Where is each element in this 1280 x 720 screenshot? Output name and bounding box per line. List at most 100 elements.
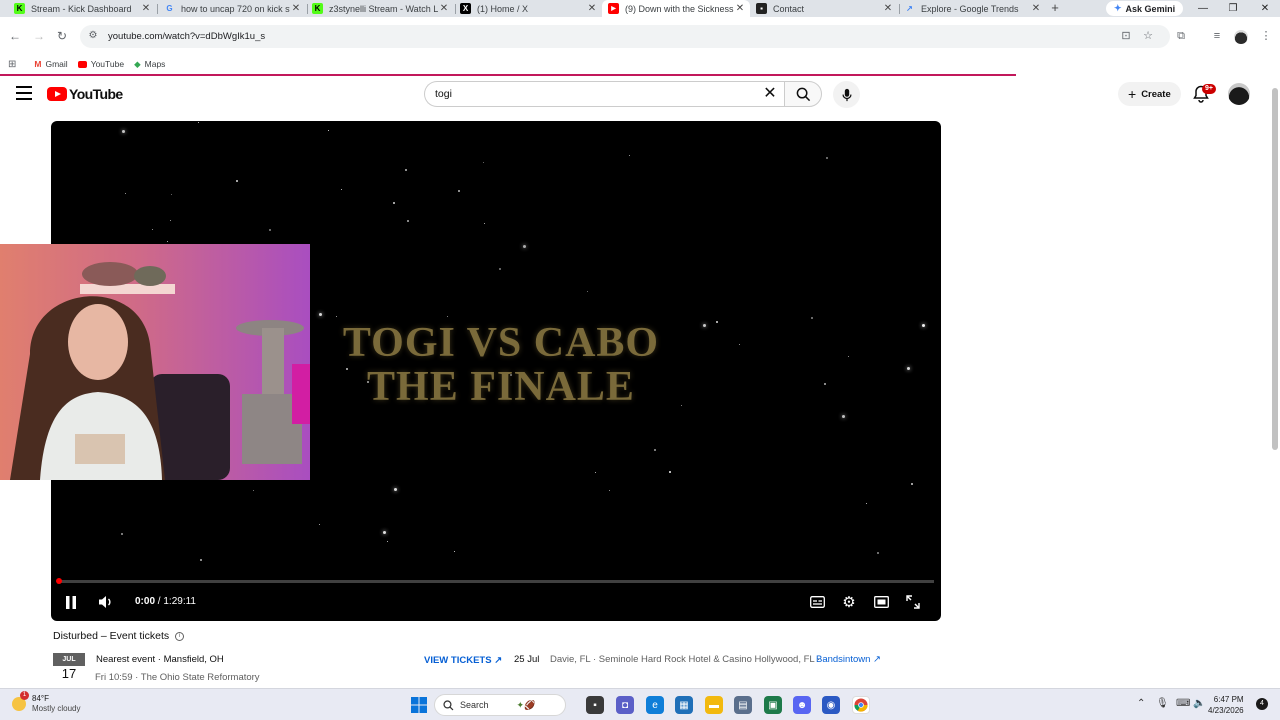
clear-search-icon[interactable]: ✕ bbox=[760, 84, 780, 104]
youtube-play-icon bbox=[47, 87, 67, 101]
mute-button[interactable] bbox=[96, 591, 114, 613]
microsoft-store-icon[interactable]: ▦ bbox=[675, 696, 693, 714]
taskbar-search[interactable]: Search ✦🏈 bbox=[434, 694, 566, 716]
bookmarks-bar: ⊞ M Gmail YouTube ◆ Maps bbox=[0, 55, 1280, 73]
url-text[interactable]: youtube.com/watch?v=dDbWgIk1u_s bbox=[108, 31, 265, 42]
duration: 1:29:11 bbox=[163, 596, 196, 607]
second-event-date: 25 Jul bbox=[514, 654, 540, 665]
discord-icon[interactable]: ☻ bbox=[793, 696, 811, 714]
star bbox=[654, 449, 656, 451]
create-label: Create bbox=[1141, 88, 1171, 100]
volume-tray-icon[interactable]: 🔈 bbox=[1193, 698, 1205, 709]
edge-icon[interactable]: e bbox=[646, 696, 664, 714]
gear-icon: ⚙ bbox=[842, 594, 856, 611]
view-tickets-link[interactable]: VIEW TICKETS ↗ bbox=[424, 655, 502, 666]
youtube-logo[interactable]: YouTube bbox=[47, 86, 123, 102]
restore-button[interactable]: ❐ bbox=[1218, 0, 1248, 17]
menu-icon[interactable] bbox=[16, 86, 32, 100]
new-tab-button[interactable]: + bbox=[1048, 1, 1062, 15]
back-button[interactable]: ← bbox=[7, 28, 23, 44]
star bbox=[122, 130, 125, 133]
bookmark-gmail[interactable]: M Gmail bbox=[34, 59, 67, 69]
forward-button[interactable]: → bbox=[31, 28, 47, 44]
tab-kick-stream[interactable]: K z3stynelli Stream - Watch Li ✕ bbox=[306, 0, 454, 17]
kick-icon: K bbox=[14, 3, 25, 14]
create-button[interactable]: + Create bbox=[1118, 82, 1181, 106]
bookmark-star-icon[interactable]: ☆ bbox=[1140, 28, 1156, 44]
theater-mode-button[interactable] bbox=[872, 591, 890, 613]
voice-search-button[interactable] bbox=[833, 81, 860, 108]
minimize-button[interactable]: — bbox=[1188, 0, 1218, 17]
chrome-icon[interactable] bbox=[852, 696, 870, 714]
tab-google-trends[interactable]: ↗ Explore - Google Trends ✕ bbox=[898, 0, 1046, 17]
tray-chevron-icon[interactable]: ⌃ bbox=[1137, 698, 1145, 709]
notification-center-badge[interactable]: 4 bbox=[1256, 698, 1268, 710]
progress-bar[interactable] bbox=[58, 580, 934, 583]
close-icon[interactable]: ✕ bbox=[290, 3, 302, 14]
tab-label: Stream - Kick Dashboard bbox=[31, 3, 132, 14]
tab-x-home[interactable]: X (1) Home / X ✕ bbox=[454, 0, 602, 17]
search-button[interactable] bbox=[784, 81, 822, 107]
x-icon: X bbox=[460, 3, 471, 14]
event-month: JUL bbox=[53, 653, 85, 666]
subtitles-button[interactable] bbox=[808, 591, 826, 613]
close-icon[interactable]: ✕ bbox=[1030, 3, 1042, 14]
omnibox[interactable]: ⚙ youtube.com/watch?v=dDbWgIk1u_s bbox=[80, 25, 1170, 48]
page-scrollbar[interactable] bbox=[1270, 76, 1280, 688]
tab-google-search[interactable]: G how to uncap 720 on kick st ✕ bbox=[158, 0, 306, 17]
star bbox=[587, 291, 588, 292]
tab-contact[interactable]: ▪ Contact ✕ bbox=[750, 0, 898, 17]
media-controls-icon[interactable]: ≡ bbox=[1209, 28, 1225, 44]
spreadsheet-app-icon[interactable]: ▣ bbox=[764, 696, 782, 714]
apps-grid-icon[interactable]: ⊞ bbox=[8, 59, 16, 70]
teams-chat-icon[interactable]: ◘ bbox=[616, 696, 634, 714]
bookmark-maps[interactable]: ◆ Maps bbox=[134, 59, 165, 70]
close-window-button[interactable]: ✕ bbox=[1250, 0, 1280, 17]
ask-gemini-label: Ask Gemini bbox=[1125, 3, 1176, 14]
site-info-icon[interactable]: ⚙ bbox=[86, 30, 100, 44]
taskbar-app-icon[interactable]: ▤ bbox=[734, 696, 752, 714]
pause-button[interactable] bbox=[63, 591, 79, 613]
close-icon[interactable]: ✕ bbox=[586, 3, 598, 14]
search-input[interactable]: togi bbox=[424, 81, 784, 107]
reload-button[interactable]: ↻ bbox=[54, 28, 70, 44]
messenger-app-icon[interactable]: ◉ bbox=[822, 696, 840, 714]
scrubber-handle[interactable] bbox=[56, 578, 62, 584]
ask-gemini-button[interactable]: ✦ Ask Gemini bbox=[1106, 1, 1184, 16]
star bbox=[595, 472, 596, 473]
close-icon[interactable]: ✕ bbox=[882, 3, 894, 14]
bookmark-youtube[interactable]: YouTube bbox=[77, 59, 125, 69]
settings-button[interactable]: ⚙ bbox=[840, 591, 858, 613]
network-icon[interactable]: ⌨ bbox=[1176, 698, 1190, 709]
tab-kick-dashboard[interactable]: K Stream - Kick Dashboard ✕ bbox=[8, 0, 156, 17]
star bbox=[405, 169, 407, 171]
close-icon[interactable]: ✕ bbox=[734, 3, 746, 14]
weather-widget[interactable]: 1 84°F Mostly cloudy bbox=[12, 691, 80, 714]
gmail-icon: M bbox=[34, 59, 42, 69]
file-explorer-icon[interactable]: ▬ bbox=[705, 696, 723, 714]
tab-label: (1) Home / X bbox=[477, 3, 529, 14]
star bbox=[499, 268, 501, 270]
bandsintown-link[interactable]: Bandsintown ↗ bbox=[816, 654, 881, 665]
star bbox=[739, 344, 740, 345]
install-app-icon[interactable]: ⊡ bbox=[1118, 28, 1134, 44]
system-clock[interactable]: 6:47 PM 4/23/2026 bbox=[1208, 694, 1244, 716]
info-icon[interactable]: i bbox=[175, 631, 185, 641]
title-art-line-2: THE FINALE bbox=[367, 364, 635, 410]
task-view-icon[interactable]: ▪ bbox=[586, 696, 604, 714]
close-icon[interactable]: ✕ bbox=[140, 3, 152, 14]
fullscreen-button[interactable] bbox=[904, 591, 922, 613]
windows-start-icon[interactable] bbox=[410, 696, 428, 714]
chrome-menu-icon[interactable]: ⋮ bbox=[1258, 28, 1274, 44]
weather-badge: 1 bbox=[20, 691, 29, 700]
close-icon[interactable]: ✕ bbox=[438, 3, 450, 14]
extensions-icon[interactable]: ⧉ bbox=[1173, 28, 1189, 44]
tab-label: (9) Down with the Sickness bbox=[625, 3, 734, 14]
tab-youtube-active[interactable]: ▶ (9) Down with the Sickness ✕ bbox=[602, 0, 750, 17]
bookmark-label: YouTube bbox=[90, 59, 125, 69]
scrollbar-thumb[interactable] bbox=[1272, 88, 1278, 450]
microphone-tray-icon[interactable]: 🎙 bbox=[1156, 698, 1169, 709]
star bbox=[842, 415, 845, 418]
account-avatar[interactable] bbox=[1228, 83, 1250, 105]
profile-avatar[interactable] bbox=[1234, 30, 1248, 44]
